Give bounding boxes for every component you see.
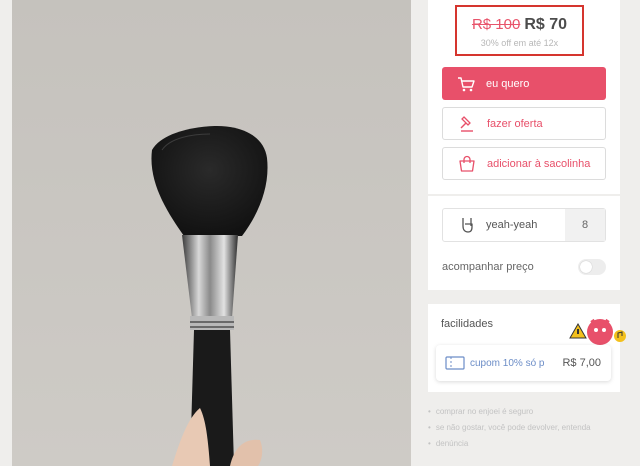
price-card: R$ 100 R$ 70 30% off em até 12x eu quero … [428,0,620,194]
mascot-sticker [568,316,632,348]
coupon-amount: R$ 7,00 [562,357,601,369]
gavel-icon [452,115,482,133]
track-price-label: acompanhar preço [442,261,534,273]
old-price: R$ 100 [471,16,521,33]
installments-text: 30% off em até 12x [480,38,559,48]
social-card: yeah-yeah 8 acompanhar preço [428,196,620,290]
note-safe-purchase[interactable]: comprar no enjoei é seguro [428,404,620,420]
buy-button[interactable]: eu quero [442,67,606,100]
facilities-title: facilidades [441,318,493,330]
buy-button-label: eu quero [486,77,530,90]
shopping-bag-icon [452,155,482,173]
add-to-bag-label: adicionar à sacolinha [487,157,591,170]
product-photo[interactable] [12,0,411,466]
note-returns[interactable]: se não gostar, você pode devolver, enten… [428,420,620,436]
rock-hand-icon [452,216,482,234]
note-report[interactable]: denúncia [428,436,620,452]
ticket-icon [440,356,470,370]
makeup-brush-image [12,0,411,466]
likes-count: 8 [565,209,605,241]
likes-button[interactable]: yeah-yeah 8 [442,208,606,242]
purchase-panel: R$ 100 R$ 70 30% off em até 12x eu quero … [428,0,626,466]
add-to-bag-button[interactable]: adicionar à sacolinha [442,147,606,180]
coupon-text: cupom 10% só p [470,357,545,369]
likes-label: yeah-yeah [486,219,538,231]
track-price-row: acompanhar preço [442,259,606,275]
price-highlight: R$ 100 R$ 70 30% off em até 12x [455,5,584,56]
product-page: R$ 100 R$ 70 30% off em até 12x eu quero … [0,0,640,466]
notes-list: comprar no enjoei é seguro se não gostar… [428,404,620,452]
new-price: R$ 70 [524,16,568,33]
coupon-item[interactable]: cupom 10% só p R$ 7,00 [436,345,611,381]
make-offer-label: fazer oferta [487,117,543,130]
cart-icon [451,76,481,92]
make-offer-button[interactable]: fazer oferta [442,107,606,140]
track-price-toggle[interactable] [578,259,606,275]
